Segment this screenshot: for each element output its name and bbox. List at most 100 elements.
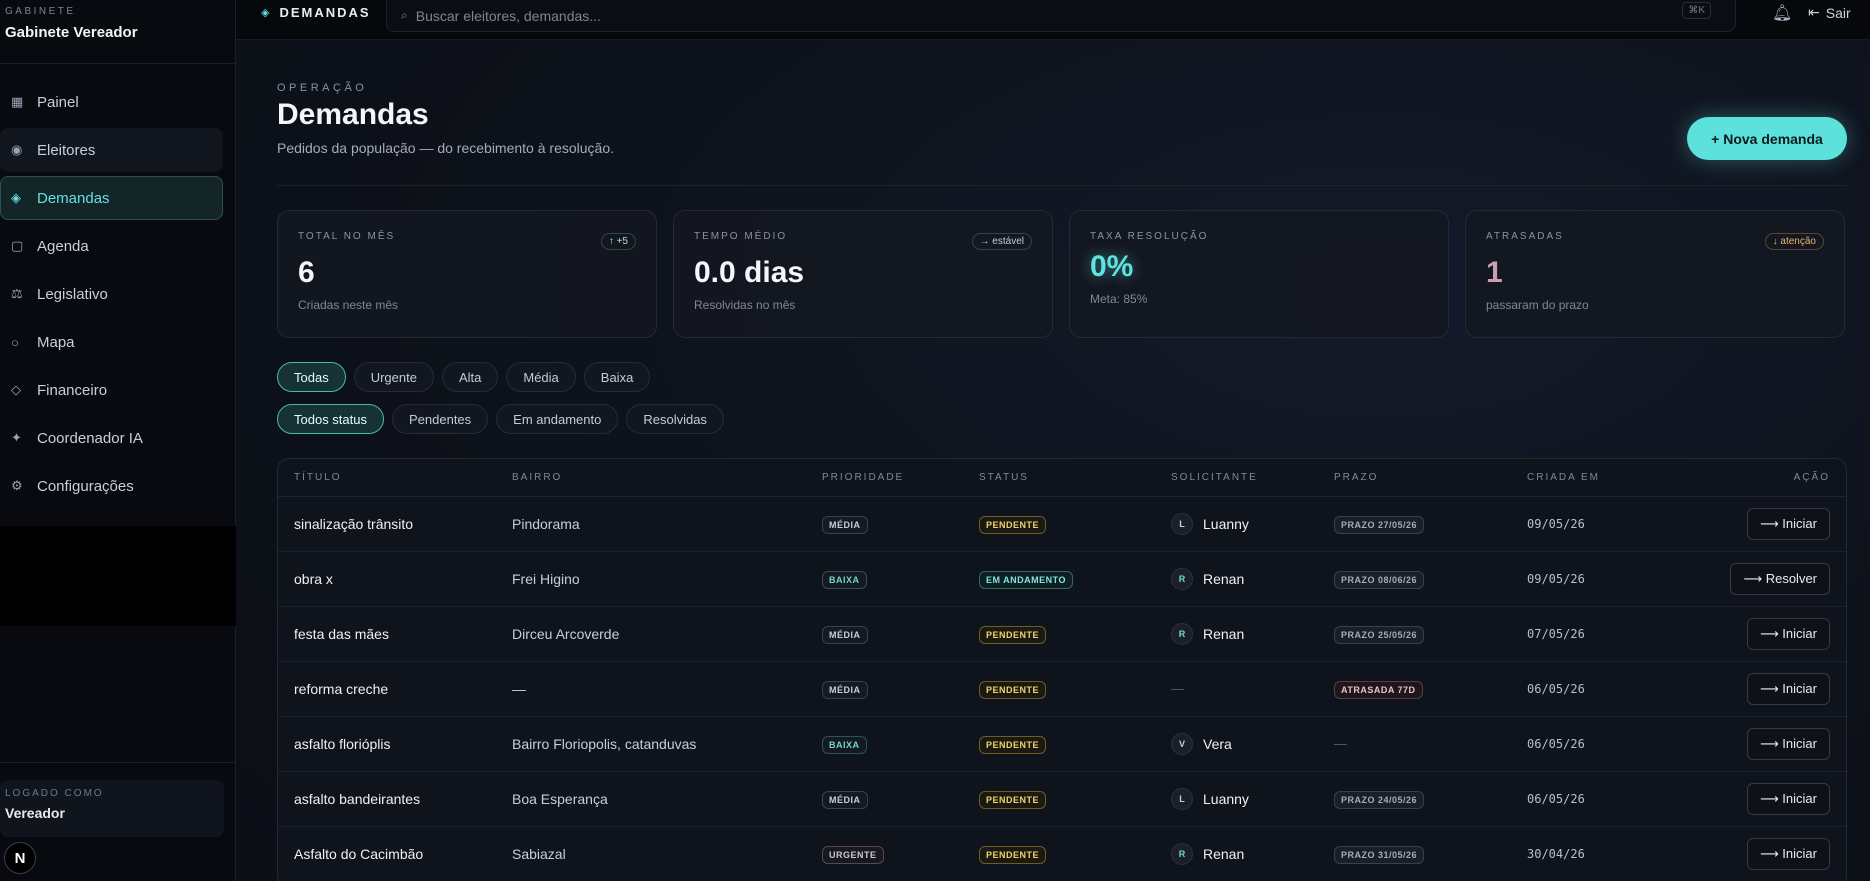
requester: R Renan: [1171, 568, 1334, 590]
stat-value: 1: [1486, 256, 1503, 289]
cell-status: PENDENTE: [979, 790, 1171, 809]
stat-footnote: Criadas neste mês: [298, 298, 399, 312]
requester: V Vera: [1171, 733, 1334, 755]
deadline-badge: PRAZO 08/06/26: [1334, 570, 1425, 589]
cell-action: ⟶ Iniciar: [1727, 728, 1846, 760]
cell-action: ⟶ Iniciar: [1727, 783, 1846, 815]
row-action-button[interactable]: ⟶ Resolver: [1730, 563, 1830, 595]
bell-icon[interactable]: 🔔︎: [1772, 3, 1792, 23]
stats-row: TOTAL NO MÊS 6 Criadas neste mês ↑ +5 TEMPO …: [277, 210, 1845, 338]
filter-status-pendentes[interactable]: Pendentes: [392, 404, 489, 434]
sidebar-item-financeiro[interactable]: ◇ Financeiro: [0, 368, 223, 412]
cell-priority: MÉDIA: [822, 515, 979, 534]
requester: R Renan: [1171, 623, 1334, 645]
filter-priority-baixa[interactable]: Baixa: [583, 362, 651, 392]
column-header: BAIRRO: [512, 472, 563, 483]
cell-title: sinalização trânsito: [294, 516, 414, 532]
demands-table: TÍTULO BAIRRO PRIORIDADE STATUS SOLICITANTE P…: [277, 458, 1847, 881]
diamond-icon: ◈: [261, 7, 272, 19]
filter-status-em-andamento[interactable]: Em andamento: [496, 404, 619, 434]
table-row: sinalização trânsito Pindorama MÉDIA PENDEN…: [278, 497, 1846, 552]
cell-priority: MÉDIA: [822, 680, 979, 699]
row-action-button[interactable]: ⟶ Iniciar: [1747, 508, 1830, 540]
sidebar-item-coordenador-ia[interactable]: ✦ Coordenador IA: [0, 416, 223, 460]
priority-filters: Todas Urgente Alta Média Baixa: [277, 362, 724, 392]
sidebar-item-legislativo[interactable]: ⚖ Legislativo: [0, 272, 223, 316]
filter-status-todos-status[interactable]: Todos status: [277, 404, 384, 434]
status-badge: EM ANDAMENTO: [979, 570, 1073, 589]
stat-trend-chip: ↑ +5: [600, 233, 636, 250]
row-action-button[interactable]: ⟶ Iniciar: [1747, 728, 1830, 760]
sidebar-nav: ▦ Painel ◉ Eleitores ◈ Demandas ▢ Agenda ⚖ Legisl…: [0, 80, 235, 508]
filter-priority-todas[interactable]: Todas: [277, 362, 346, 392]
sidebar-item-label: Financeiro: [37, 381, 108, 399]
sidebar-item-agenda[interactable]: ▢ Agenda: [0, 224, 223, 268]
cell-title: asfalto bandeirantes: [294, 791, 421, 807]
filter-status-resolvidas[interactable]: Resolvidas: [626, 404, 724, 434]
avatar: L: [1171, 788, 1193, 810]
cell-status: PENDENTE: [979, 735, 1171, 754]
deadline-badge: PRAZO 31/05/26: [1334, 845, 1425, 864]
users-icon: ◉: [11, 142, 23, 157]
row-action-button[interactable]: ⟶ Iniciar: [1747, 673, 1830, 705]
brand-name: Gabinete Vereador: [5, 24, 138, 41]
sidebar-item-demandas[interactable]: ◈ Demandas: [0, 176, 223, 220]
column-header: STATUS: [979, 472, 1029, 483]
cell-requester: R Renan: [1171, 568, 1334, 590]
breadcrumb-label: DEMANDAS: [279, 5, 371, 20]
priority-badge: MÉDIA: [822, 790, 868, 809]
search-input[interactable]: ⌕ Buscar eleitores, demandas... ⌘K: [386, 0, 1736, 32]
gear-icon: ⚙: [11, 478, 23, 493]
calendar-icon: ▢: [11, 238, 24, 253]
cell-deadline: ATRASADA 77D: [1334, 680, 1527, 699]
sidebar-item-label: Demandas: [37, 189, 110, 207]
breadcrumb: ◈ DEMANDAS: [261, 5, 371, 20]
logout-button[interactable]: ⇤ Sair: [1808, 4, 1851, 21]
priority-badge: BAIXA: [822, 570, 867, 589]
sidebar-item-mapa[interactable]: ○ Mapa: [0, 320, 223, 364]
cell-neighborhood: Sabiazal: [512, 846, 566, 862]
priority-badge: MÉDIA: [822, 515, 868, 534]
priority-badge: MÉDIA: [822, 625, 868, 644]
new-demand-button[interactable]: + Nova demanda: [1687, 117, 1847, 160]
n-logo-badge[interactable]: N: [4, 842, 36, 874]
sidebar-item-label: Coordenador IA: [37, 429, 143, 447]
cell-created: 06/05/26: [1527, 735, 1727, 753]
cell-neighborhood: Bairro Floriopolis, catanduvas: [512, 736, 697, 752]
deadline-badge: PRAZO 27/05/26: [1334, 515, 1425, 534]
status-badge: PENDENTE: [979, 845, 1047, 864]
stat-card: TAXA RESOLUÇÃO 0% Meta: 85%: [1069, 210, 1449, 338]
page-eyebrow: OPERAÇÃO: [277, 82, 368, 94]
filters: Todas Urgente Alta Média Baixa Todos status P…: [277, 362, 724, 446]
search-placeholder: Buscar eleitores, demandas...: [415, 7, 601, 24]
cell-deadline: PRAZO 27/05/26: [1334, 515, 1527, 534]
row-action-button[interactable]: ⟶ Iniciar: [1747, 783, 1830, 815]
stat-card: TEMPO MÉDIO 0.0 dias Resolvidas no mês → es…: [673, 210, 1053, 338]
row-action-button[interactable]: ⟶ Iniciar: [1747, 838, 1830, 870]
row-action-button[interactable]: ⟶ Iniciar: [1747, 618, 1830, 650]
globe-icon: ○: [11, 334, 19, 350]
sidebar-item-configurações[interactable]: ⚙ Configurações: [0, 464, 223, 508]
sidebar-item-eleitores[interactable]: ◉ Eleitores: [0, 128, 223, 172]
sidebar-item-painel[interactable]: ▦ Painel: [0, 80, 223, 124]
cell-deadline: PRAZO 31/05/26: [1334, 845, 1527, 864]
avatar: R: [1171, 623, 1193, 645]
deadline-empty: —: [1334, 736, 1347, 751]
requester-name: Renan: [1203, 571, 1245, 587]
created-date: 06/05/26: [1527, 792, 1585, 806]
stat-footnote: Meta: 85%: [1090, 292, 1148, 306]
table-row: festa das mães Dirceu Arcoverde MÉDIA PENDE…: [278, 607, 1846, 662]
requester-name: Renan: [1203, 846, 1245, 862]
cell-title: Asfalto do Cacimbão: [294, 846, 424, 862]
filter-priority-média[interactable]: Média: [506, 362, 576, 392]
cell-neighborhood: Boa Esperança: [512, 791, 608, 807]
shortcut-hint: ⌘K: [1682, 2, 1711, 19]
user-card[interactable]: LOGADO COMO Vereador: [0, 780, 224, 837]
cell-action: ⟶ Iniciar: [1727, 838, 1846, 870]
filter-priority-alta[interactable]: Alta: [441, 362, 499, 392]
column-header: AÇÃO: [1793, 472, 1830, 483]
cell-created: 06/05/26: [1527, 680, 1727, 698]
sidebar-item-label: Mapa: [37, 333, 75, 351]
filter-priority-urgente[interactable]: Urgente: [353, 362, 434, 392]
avatar: R: [1171, 843, 1193, 865]
